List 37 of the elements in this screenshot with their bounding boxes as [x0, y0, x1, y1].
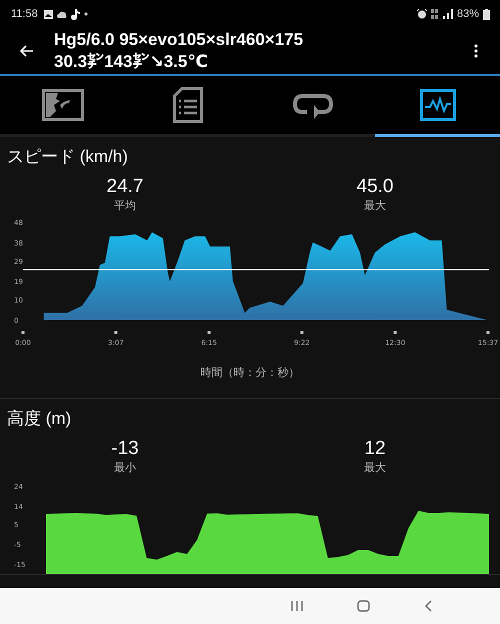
- x-tick-mark: [114, 331, 118, 334]
- activity-subtitle: 30.3㌢143㌢↘3.5℃: [54, 51, 209, 73]
- cloud-icon: [56, 10, 67, 18]
- x-tick-mark: [486, 331, 490, 334]
- x-tick-mark: [208, 331, 211, 334]
- more-options-icon[interactable]: [474, 44, 478, 58]
- recent-apps-icon[interactable]: [291, 600, 303, 612]
- music-note-icon: [70, 8, 80, 20]
- stat-label: 最大: [364, 461, 386, 475]
- stat-value: 45.0: [356, 176, 394, 198]
- home-icon[interactable]: [357, 600, 370, 612]
- x-tick-mark: [300, 331, 304, 334]
- gallery-icon: [44, 10, 53, 18]
- x-tick-mark: [394, 331, 397, 334]
- x-tick-mark: [22, 331, 24, 334]
- section-title: 高度 (m): [6, 408, 72, 430]
- activity-graph-icon: [420, 89, 456, 121]
- alarm-icon: [416, 9, 427, 19]
- signal-icon: [442, 9, 453, 19]
- stat-value: -13: [111, 438, 139, 460]
- stat-value: 24.7: [106, 176, 144, 198]
- section-title: スピード (km/h): [6, 146, 128, 168]
- stat-label: 最小: [114, 461, 136, 475]
- back-arrow-icon[interactable]: [20, 45, 34, 57]
- battery-icon: [483, 8, 490, 20]
- stat-value: 12: [364, 438, 386, 460]
- stat-label: 最大: [364, 199, 386, 213]
- stat-label: 平均: [114, 199, 136, 213]
- document-list-icon: [172, 87, 202, 123]
- activity-title: Hg5/6.0 95×evo105×slr460×175: [54, 29, 304, 51]
- dot-icon: [84, 12, 88, 16]
- x-axis-label: 時間（時：分：秒）: [200, 366, 300, 380]
- wifi-calling-icon: [430, 8, 439, 20]
- battery-percent: 83%: [456, 8, 479, 20]
- status-time: 11:58: [11, 8, 38, 20]
- map-icon: [42, 89, 84, 121]
- back-icon[interactable]: [424, 600, 432, 612]
